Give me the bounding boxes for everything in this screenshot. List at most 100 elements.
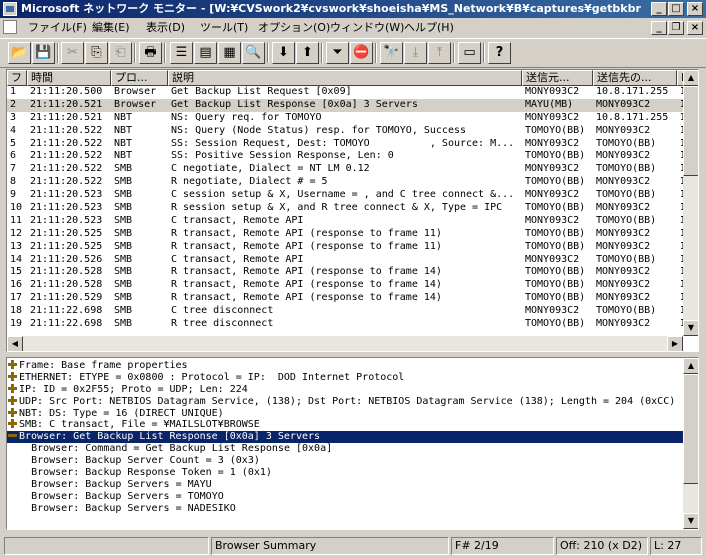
expand-icon[interactable] — [8, 383, 17, 393]
document-icon[interactable] — [3, 20, 17, 34]
doc-close-button[interactable]: × — [687, 21, 703, 35]
frame-destination: 10.8.171.255 — [596, 111, 669, 123]
column-header-destination[interactable]: 送信先の... — [593, 70, 677, 86]
tree-item[interactable]: Browser: Backup Servers = TOMOYO — [7, 491, 687, 503]
table-row[interactable]: 12 21:11:20.525 SMB R transact, Remote API … — [7, 228, 686, 241]
scroll-down-button[interactable]: ▼ — [683, 320, 698, 336]
doc-minimize-button[interactable]: _ — [651, 21, 667, 35]
detail-vertical-scrollbar[interactable]: ▲ ▼ — [683, 358, 698, 529]
print-icon[interactable]: 🖶 — [139, 42, 162, 64]
app-icon[interactable] — [3, 2, 17, 16]
frame-number: 1 — [10, 86, 17, 97]
detail-scroll-down-button[interactable]: ▼ — [683, 513, 698, 529]
table-row[interactable]: 14 21:11:20.526 SMB C transact, Remote API M… — [7, 253, 686, 267]
cut-icon[interactable]: ✂ — [61, 42, 84, 64]
menu-file[interactable]: ファイル(F) — [28, 21, 87, 34]
expand-icon[interactable] — [8, 395, 17, 405]
tree-item[interactable]: Frame: Base frame properties — [7, 360, 687, 372]
arrow-down-icon[interactable]: ⬇ — [272, 42, 295, 64]
frame-list-vertical-scrollbar[interactable]: ▲ ▼ — [683, 70, 698, 336]
zoom-icon[interactable]: 🔍 — [242, 42, 265, 64]
tree-item[interactable]: Browser: Backup Server Count = 3 (0x3) — [7, 455, 687, 467]
table-row[interactable]: 10 21:11:20.523 SMB R session setup & X, an… — [7, 202, 686, 215]
expand-icon[interactable] — [8, 419, 17, 429]
tree-item[interactable]: SMB: C transact, File = ¥MAILSLOT¥BROWSE — [7, 419, 687, 431]
frame-number: 3 — [10, 111, 17, 123]
expand-icon[interactable] — [8, 371, 17, 381]
maximize-button[interactable]: □ — [668, 2, 684, 16]
tree-item[interactable]: NBT: DS: Type = 16 (DIRECT UNIQUE) — [7, 407, 687, 420]
minimize-button[interactable]: _ — [651, 2, 667, 16]
column-header-protocol[interactable]: プロ... — [111, 70, 168, 86]
expand-icon[interactable] — [8, 360, 17, 369]
help-icon[interactable]: ? — [488, 42, 511, 64]
frame-list-horizontal-scrollbar[interactable]: ◀ ▶ — [7, 336, 683, 351]
toolbar-separator — [321, 43, 323, 63]
table-row[interactable]: 18 21:11:22.698 SMB C tree disconnect MONY09… — [7, 305, 686, 318]
table-row[interactable]: 1 21:11:20.500 Browser Get Backup List Requ… — [7, 86, 686, 99]
detail-scroll-thumb[interactable] — [683, 374, 698, 484]
table-row[interactable]: 13 21:11:20.525 SMB R transact, Remote API … — [7, 241, 686, 254]
window-icon[interactable]: ▭ — [458, 42, 481, 64]
column-header-frame[interactable]: フ — [7, 70, 27, 86]
find-previous-icon[interactable]: ⤒ — [428, 42, 451, 64]
table-row[interactable]: 16 21:11:20.528 SMB R transact, Remote API … — [7, 279, 686, 292]
tree-item[interactable]: IP: ID = 0x2F55; Proto = UDP; Len: 224 — [7, 383, 687, 396]
expand-icon[interactable] — [8, 407, 17, 417]
tree-item[interactable]: Browser: Get Backup List Response [0x0a]… — [7, 431, 687, 444]
scroll-right-button[interactable]: ▶ — [667, 336, 683, 351]
tree-item[interactable]: Browser: Backup Servers = NADESIKO — [7, 503, 687, 515]
column-header-description[interactable]: 説明 — [168, 70, 522, 86]
table-row[interactable]: 7 21:11:20.522 SMB C negotiate, Dialect = N… — [7, 163, 686, 176]
table-row[interactable]: 15 21:11:20.528 SMB R transact, Remote API … — [7, 266, 686, 279]
copy-icon[interactable]: ⎘ — [85, 42, 108, 64]
tree-item[interactable]: Browser: Backup Response Token = 1 (0x1) — [7, 467, 687, 479]
arrow-up-icon[interactable]: ⬆ — [296, 42, 319, 64]
close-button[interactable]: × — [687, 2, 703, 16]
tree-item[interactable]: ETHERNET: ETYPE = 0x0800 : Protocol = IP… — [7, 371, 687, 384]
menu-edit[interactable]: 編集(E) — [92, 21, 130, 34]
open-icon[interactable]: 📂 — [8, 42, 31, 64]
table-row[interactable]: 9 21:11:20.523 SMB C session setup & X, Use… — [7, 189, 686, 202]
column-header-time[interactable]: 時間 — [27, 70, 111, 86]
scroll-left-button[interactable]: ◀ — [7, 336, 23, 351]
table-row[interactable]: 11 21:11:20.523 SMB C transact, Remote API M… — [7, 215, 686, 228]
filter-off-icon[interactable]: ⛔ — [350, 42, 373, 64]
table-row[interactable]: 17 21:11:20.529 SMB R transact, Remote API … — [7, 292, 686, 305]
menu-help[interactable]: ヘルプ(H) — [404, 21, 454, 34]
frame-destination: TOMOYO(BB) — [596, 253, 657, 265]
menu-tools[interactable]: ツール(T) — [200, 21, 248, 34]
table-row[interactable]: 8 21:11:20.522 SMB R negotiate, Dialect # =… — [7, 176, 686, 189]
table-row[interactable]: 2 21:11:20.521 Browser Get Backup List Resp… — [7, 98, 686, 112]
summary-pane-icon[interactable]: ☰ — [170, 42, 193, 64]
table-row[interactable]: 19 21:11:22.698 SMB R tree disconnect TOMOYO… — [7, 318, 686, 331]
doc-restore-button[interactable]: ❐ — [668, 21, 684, 35]
paste-icon[interactable]: ⎗ — [109, 42, 132, 64]
menu-options[interactable]: オプション(O) — [258, 21, 330, 34]
detail-pane[interactable]: Frame: Base frame properties ETHERNET: ET… — [6, 357, 699, 530]
table-row[interactable]: 4 21:11:20.522 NBT NS: Query (Node Status) … — [7, 124, 686, 138]
collapse-icon[interactable] — [8, 431, 17, 440]
save-icon[interactable]: 💾 — [32, 42, 55, 64]
table-row[interactable]: 3 21:11:20.521 NBT NS: Query req. for TOMOY… — [7, 111, 686, 125]
table-row[interactable]: 6 21:11:20.522 NBT SS: Positive Session Res… — [7, 150, 686, 163]
detail-pane-icon[interactable]: ▤ — [194, 42, 217, 64]
menu-view[interactable]: 表示(D) — [146, 21, 185, 34]
find-next-icon[interactable]: ⤓ — [404, 42, 427, 64]
scroll-thumb[interactable] — [683, 86, 698, 176]
frame-description: R session setup & X, and R tree connect … — [171, 202, 503, 214]
tree-item[interactable]: Browser: Backup Servers = MAYU — [7, 479, 687, 491]
column-header-source[interactable]: 送信元... — [522, 70, 593, 86]
tree-item[interactable]: UDP: Src Port: NETBIOS Datagram Service,… — [7, 395, 687, 408]
scroll-up-button[interactable]: ▲ — [683, 70, 698, 86]
frame-number: 4 — [10, 124, 17, 136]
find-icon[interactable]: 🔭 — [380, 42, 403, 64]
title-bar[interactable]: Microsoft ネットワーク モニター - [W:¥CVSwork2¥cvs… — [0, 0, 706, 18]
hex-pane-icon[interactable]: ▦ — [218, 42, 241, 64]
table-row[interactable]: 5 21:11:20.522 NBT SS: Session Request, Des… — [7, 138, 686, 151]
menu-window[interactable]: ウィンドウ(W) — [330, 21, 404, 34]
filter-icon[interactable]: ⏷ — [326, 42, 349, 64]
detail-scroll-up-button[interactable]: ▲ — [683, 358, 698, 374]
tree-item[interactable]: Browser: Command = Get Backup List Respo… — [7, 443, 687, 455]
frame-list-pane[interactable]: フ 時間 プロ... 説明 送信元... 送信先の... I 1 21:11:20… — [6, 69, 699, 352]
